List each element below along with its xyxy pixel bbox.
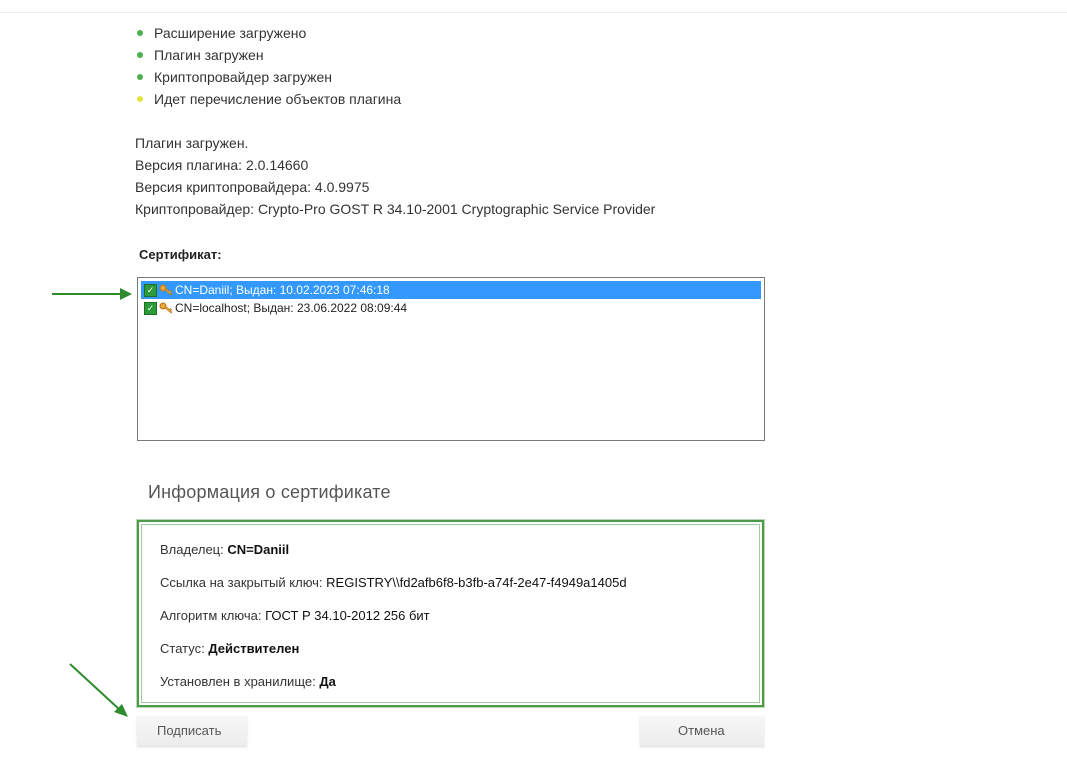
certificate-info-panel: Владелец: CN=Daniil Ссылка на закрытый к… (137, 520, 764, 707)
certificate-list[interactable]: ✓ CN=Daniil; Выдан: 10.02.2023 07:46:18 … (137, 277, 765, 441)
top-divider (0, 12, 1067, 13)
certificate-item-daniil[interactable]: ✓ CN=Daniil; Выдан: 10.02.2023 07:46:18 (141, 281, 761, 299)
info-status: Статус: Действителен (160, 641, 299, 656)
info-installed-value: Да (319, 674, 336, 689)
plugin-loaded-text: Плагин загружен. (135, 135, 249, 151)
csp-version-text: Версия криптопровайдера: 4.0.9975 (135, 179, 370, 195)
plugin-version-text: Версия плагина: 2.0.14660 (135, 157, 309, 173)
info-algorithm-label: Алгоритм ключа: (160, 608, 266, 623)
status-item-extension: Расширение загружено (137, 22, 401, 44)
status-label: Криптопровайдер загружен (154, 69, 333, 85)
status-dot-icon (137, 96, 143, 102)
status-item-plugin: Плагин загружен (137, 44, 401, 66)
certificate-item-text: CN=Daniil; Выдан: 10.02.2023 07:46:18 (175, 283, 390, 297)
status-dot-icon (137, 52, 143, 58)
arrow-down-right-icon (69, 663, 128, 717)
info-owner-value: CN=Daniil (227, 542, 290, 557)
key-icon (159, 284, 173, 296)
status-item-csp: Криптопровайдер загружен (137, 66, 401, 88)
sign-button[interactable]: Подписать (137, 716, 247, 746)
status-label: Плагин загружен (154, 47, 264, 63)
certificate-label: Сертификат: (139, 247, 222, 262)
info-status-value: Действителен (208, 641, 300, 656)
status-item-enumeration: Идет перечисление объектов плагина (137, 88, 401, 110)
info-key-link: Ссылка на закрытый ключ: REGISTRY\\fd2af… (160, 575, 627, 590)
status-label: Идет перечисление объектов плагина (154, 91, 402, 107)
info-installed-label: Установлен в хранилище: (160, 674, 320, 689)
plugin-info: Плагин загружен. Версия плагина: 2.0.146… (135, 132, 655, 220)
certificate-item-localhost[interactable]: ✓ CN=localhost; Выдан: 23.06.2022 08:09:… (141, 299, 761, 317)
info-key-link-label: Ссылка на закрытый ключ: (160, 575, 327, 590)
arrow-right-icon (52, 288, 132, 300)
csp-name-text: Криптопровайдер: Crypto-Pro GOST R 34.10… (135, 201, 656, 217)
info-owner: Владелец: CN=Daniil (160, 542, 289, 557)
cancel-button[interactable]: Отмена (640, 716, 764, 746)
plugin-status-list: Расширение загружено Плагин загружен Кри… (137, 22, 401, 110)
certificate-item-text: CN=localhost; Выдан: 23.06.2022 08:09:44 (175, 301, 408, 315)
check-icon: ✓ (144, 283, 157, 297)
info-status-label: Статус: (160, 641, 209, 656)
status-label: Расширение загружено (154, 25, 307, 41)
info-key-link-value: REGISTRY\\fd2afb6f8-b3fb-a74f-2e47-f4949… (326, 575, 627, 590)
info-algorithm: Алгоритм ключа: ГОСТ Р 34.10-2012 256 би… (160, 608, 430, 623)
status-dot-icon (137, 74, 143, 80)
check-icon: ✓ (144, 301, 157, 315)
info-installed: Установлен в хранилище: Да (160, 674, 336, 689)
info-owner-label: Владелец: (160, 542, 228, 557)
info-algorithm-value: ГОСТ Р 34.10-2012 256 бит (265, 608, 430, 623)
status-dot-icon (137, 30, 143, 36)
key-icon (159, 302, 173, 314)
certificate-info-heading: Информация о сертификате (148, 482, 391, 502)
